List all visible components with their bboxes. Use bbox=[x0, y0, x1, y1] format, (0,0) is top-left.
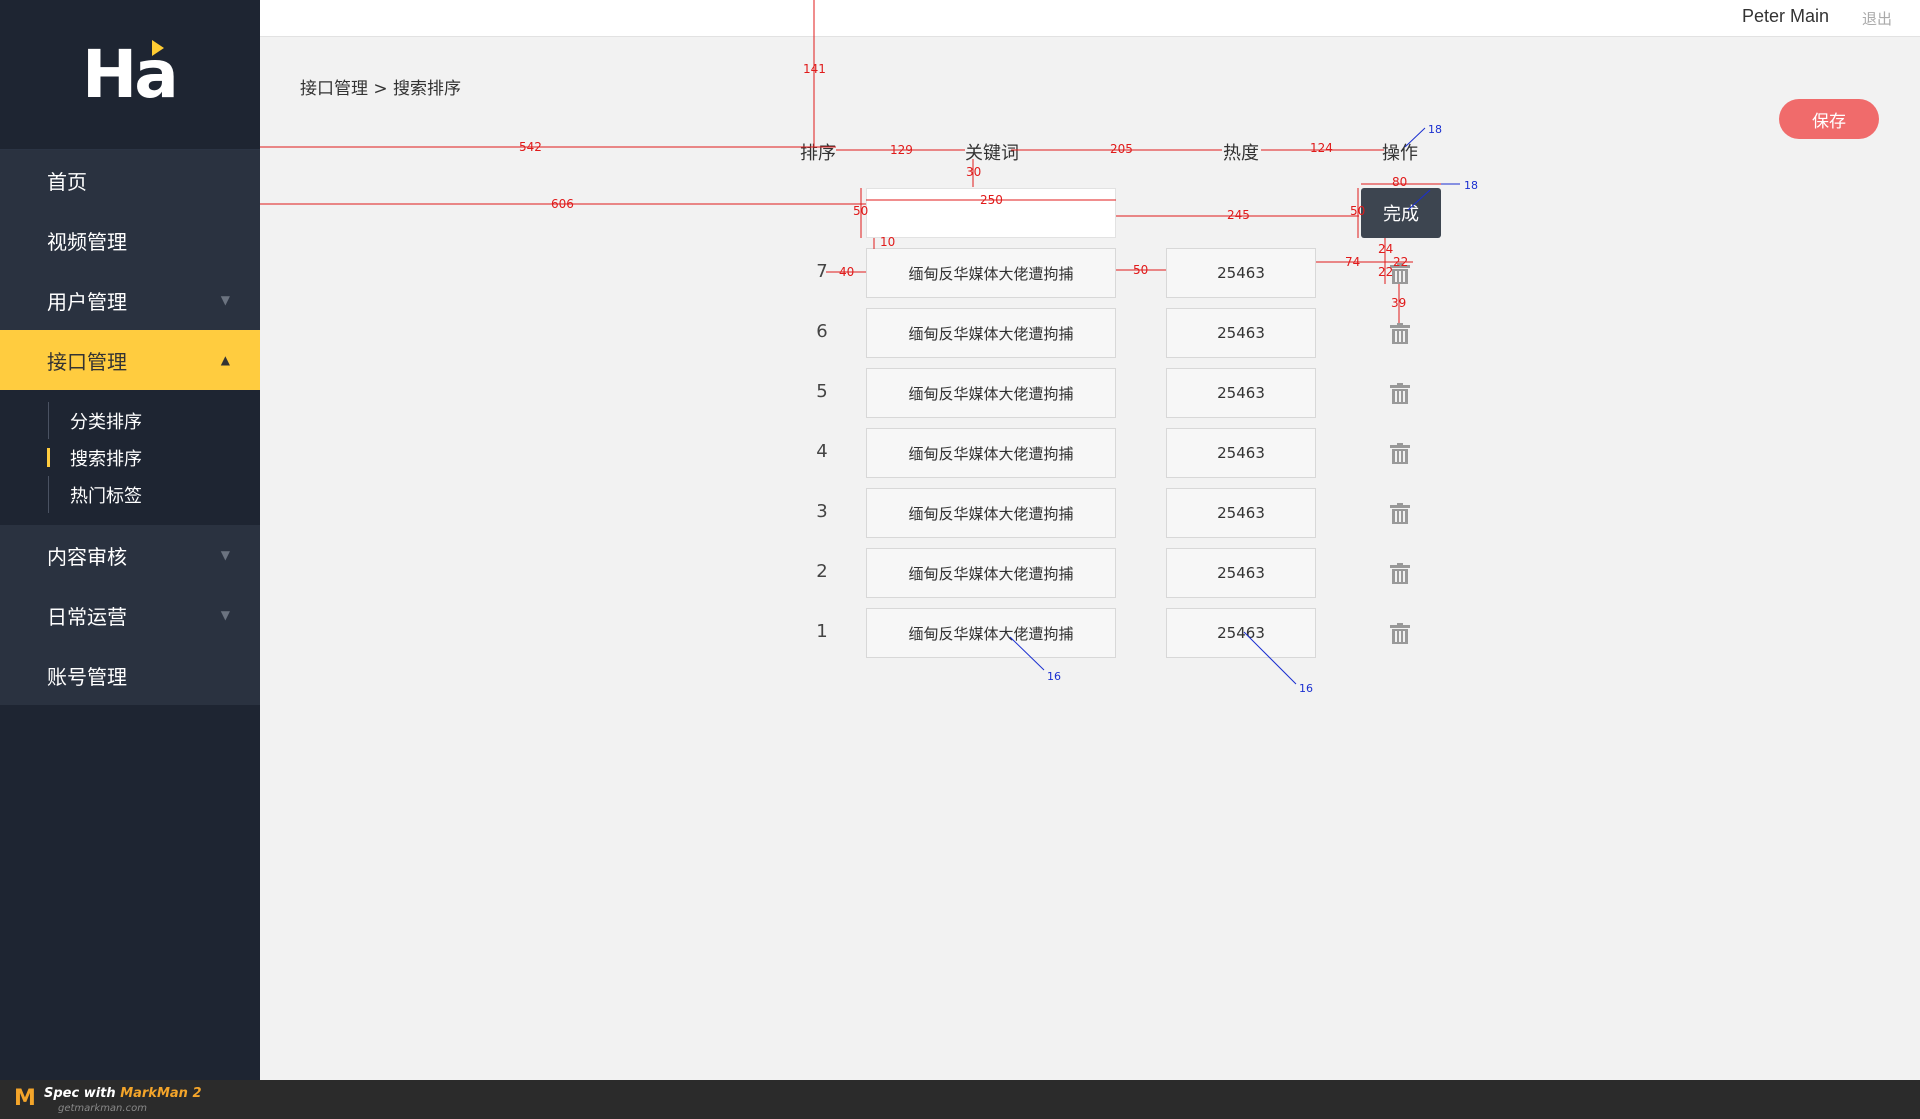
sidebar-item-label: 接口管理 bbox=[47, 349, 127, 374]
trash-icon[interactable] bbox=[1389, 622, 1411, 644]
keyword-field[interactable]: 缅甸反华媒体大佬遭拘捕 bbox=[866, 488, 1116, 538]
spec-label: 39 bbox=[1391, 296, 1406, 310]
row-rank: 4 bbox=[816, 441, 828, 462]
sidebar-item-users[interactable]: 用户管理 ▼ bbox=[0, 270, 260, 330]
spec-label: 80 bbox=[1392, 175, 1407, 189]
keyword-field[interactable]: 缅甸反华媒体大佬遭拘捕 bbox=[866, 248, 1116, 298]
sidebar-item-home[interactable]: 首页 bbox=[0, 150, 260, 210]
sidebar-menu: 首页 视频管理 用户管理 ▼ 接口管理 ▲ 分类排序 搜索排序 热门标签 内容审… bbox=[0, 150, 260, 705]
spec-label: 129 bbox=[890, 143, 913, 157]
trash-icon[interactable] bbox=[1389, 502, 1411, 524]
play-icon bbox=[152, 39, 164, 56]
chevron-up-icon: ▲ bbox=[220, 353, 230, 367]
markman-logo: M bbox=[14, 1086, 36, 1111]
spec-label: 606 bbox=[551, 197, 574, 211]
trash-icon[interactable] bbox=[1389, 562, 1411, 584]
sidebar-item-label: 内容审核 bbox=[47, 544, 127, 569]
save-button[interactable]: 保存 bbox=[1779, 99, 1879, 139]
keyword-field[interactable]: 缅甸反华媒体大佬遭拘捕 bbox=[866, 368, 1116, 418]
spec-label: 30 bbox=[966, 165, 981, 179]
trash-icon[interactable] bbox=[1389, 442, 1411, 464]
row-rank: 7 bbox=[816, 261, 828, 282]
submenu-item-hot-tags[interactable]: 热门标签 bbox=[0, 476, 260, 513]
sidebar-item-operations[interactable]: 日常运营 ▼ bbox=[0, 585, 260, 645]
sidebar-item-label: 首页 bbox=[47, 169, 87, 194]
sidebar-item-video[interactable]: 视频管理 bbox=[0, 210, 260, 270]
keyword-field[interactable]: 缅甸反华媒体大佬遭拘捕 bbox=[866, 428, 1116, 478]
user-name[interactable]: Peter Main bbox=[1742, 6, 1829, 27]
row-rank: 2 bbox=[816, 561, 828, 582]
column-header-actions: 操作 bbox=[1382, 143, 1418, 164]
heat-field[interactable]: 25463 bbox=[1166, 428, 1316, 478]
sidebar-item-content-review[interactable]: 内容审核 ▼ bbox=[0, 525, 260, 585]
sidebar-item-label: 用户管理 bbox=[47, 289, 127, 314]
footer-url[interactable]: getmarkman.com bbox=[58, 1103, 147, 1114]
submenu-item-search-sort[interactable]: 搜索排序 bbox=[0, 439, 260, 476]
heat-field[interactable]: 25463 bbox=[1166, 248, 1316, 298]
breadcrumb: 接口管理 > 搜索排序 bbox=[300, 79, 462, 99]
submenu-item-category-sort[interactable]: 分类排序 bbox=[0, 402, 260, 439]
spec-label: 141 bbox=[803, 62, 826, 76]
spec-overlay: 141 542 129 205 124 30 250 606 50 10 245… bbox=[260, 0, 1478, 695]
submenu-item-label: 搜索排序 bbox=[70, 448, 142, 470]
trash-icon[interactable] bbox=[1389, 322, 1411, 344]
column-header-rank: 排序 bbox=[800, 143, 836, 164]
row-rank: 1 bbox=[816, 621, 828, 642]
logo[interactable]: Ha bbox=[82, 39, 179, 110]
chevron-down-icon: ▼ bbox=[220, 293, 230, 307]
trash-icon[interactable] bbox=[1389, 382, 1411, 404]
keyword-field[interactable]: 缅甸反华媒体大佬遭拘捕 bbox=[866, 548, 1116, 598]
spec-label: 18 bbox=[1464, 179, 1478, 192]
spec-label: 124 bbox=[1310, 141, 1333, 155]
spec-label: 24 bbox=[1378, 242, 1393, 256]
heat-field[interactable]: 25463 bbox=[1166, 308, 1316, 358]
footer-title: Spec with MarkMan 2 bbox=[44, 1086, 202, 1101]
logo-area: Ha bbox=[0, 0, 260, 150]
spec-label: 205 bbox=[1110, 142, 1133, 156]
spec-label: 18 bbox=[1428, 123, 1442, 136]
submenu: 分类排序 搜索排序 热门标签 bbox=[0, 390, 260, 525]
spec-label: 245 bbox=[1227, 208, 1250, 222]
column-header-keyword: 关键词 bbox=[965, 143, 1019, 164]
footer-title-brand: MarkMan 2 bbox=[120, 1086, 202, 1101]
trash-icon[interactable] bbox=[1389, 262, 1411, 284]
heat-field[interactable]: 25463 bbox=[1166, 488, 1316, 538]
row-rank: 6 bbox=[816, 321, 828, 342]
heat-field[interactable]: 25463 bbox=[1166, 368, 1316, 418]
keyword-field[interactable]: 缅甸反华媒体大佬遭拘捕 bbox=[866, 308, 1116, 358]
sidebar-item-label: 账号管理 bbox=[47, 664, 127, 689]
heat-field[interactable]: 25463 bbox=[1166, 548, 1316, 598]
spec-label: 40 bbox=[839, 265, 854, 279]
spec-label: 50 bbox=[1133, 263, 1148, 277]
spec-label: 542 bbox=[519, 140, 542, 154]
submenu-item-label: 热门标签 bbox=[70, 485, 142, 507]
row-rank: 5 bbox=[816, 381, 828, 402]
markman-footer: M Spec with MarkMan 2 getmarkman.com bbox=[0, 1080, 1920, 1119]
chevron-down-icon: ▼ bbox=[220, 548, 230, 562]
sidebar-item-api[interactable]: 接口管理 ▲ bbox=[0, 330, 260, 390]
heat-field[interactable]: 25463 bbox=[1166, 608, 1316, 658]
sidebar-item-accounts[interactable]: 账号管理 bbox=[0, 645, 260, 705]
row-rank: 3 bbox=[816, 501, 828, 522]
chevron-down-icon: ▼ bbox=[220, 608, 230, 622]
spec-label: 16 bbox=[1047, 670, 1061, 683]
done-button[interactable]: 完成 bbox=[1361, 188, 1441, 238]
sidebar-item-label: 日常运营 bbox=[47, 604, 127, 629]
keyword-field[interactable]: 缅甸反华媒体大佬遭拘捕 bbox=[866, 608, 1116, 658]
top-bar: Peter Main 退出 bbox=[260, 0, 1920, 37]
footer-title-prefix: Spec with bbox=[44, 1086, 121, 1101]
submenu-item-label: 分类排序 bbox=[70, 411, 142, 433]
logout-link[interactable]: 退出 bbox=[1862, 8, 1892, 29]
spec-label: 74 bbox=[1345, 255, 1360, 269]
sidebar: Ha 首页 视频管理 用户管理 ▼ 接口管理 ▲ 分类排序 搜索排序 热门标签 bbox=[0, 0, 260, 1080]
column-header-heat: 热度 bbox=[1223, 143, 1259, 164]
sidebar-item-label: 视频管理 bbox=[47, 229, 127, 254]
new-keyword-input[interactable] bbox=[866, 188, 1116, 238]
spec-label: 16 bbox=[1299, 682, 1313, 695]
